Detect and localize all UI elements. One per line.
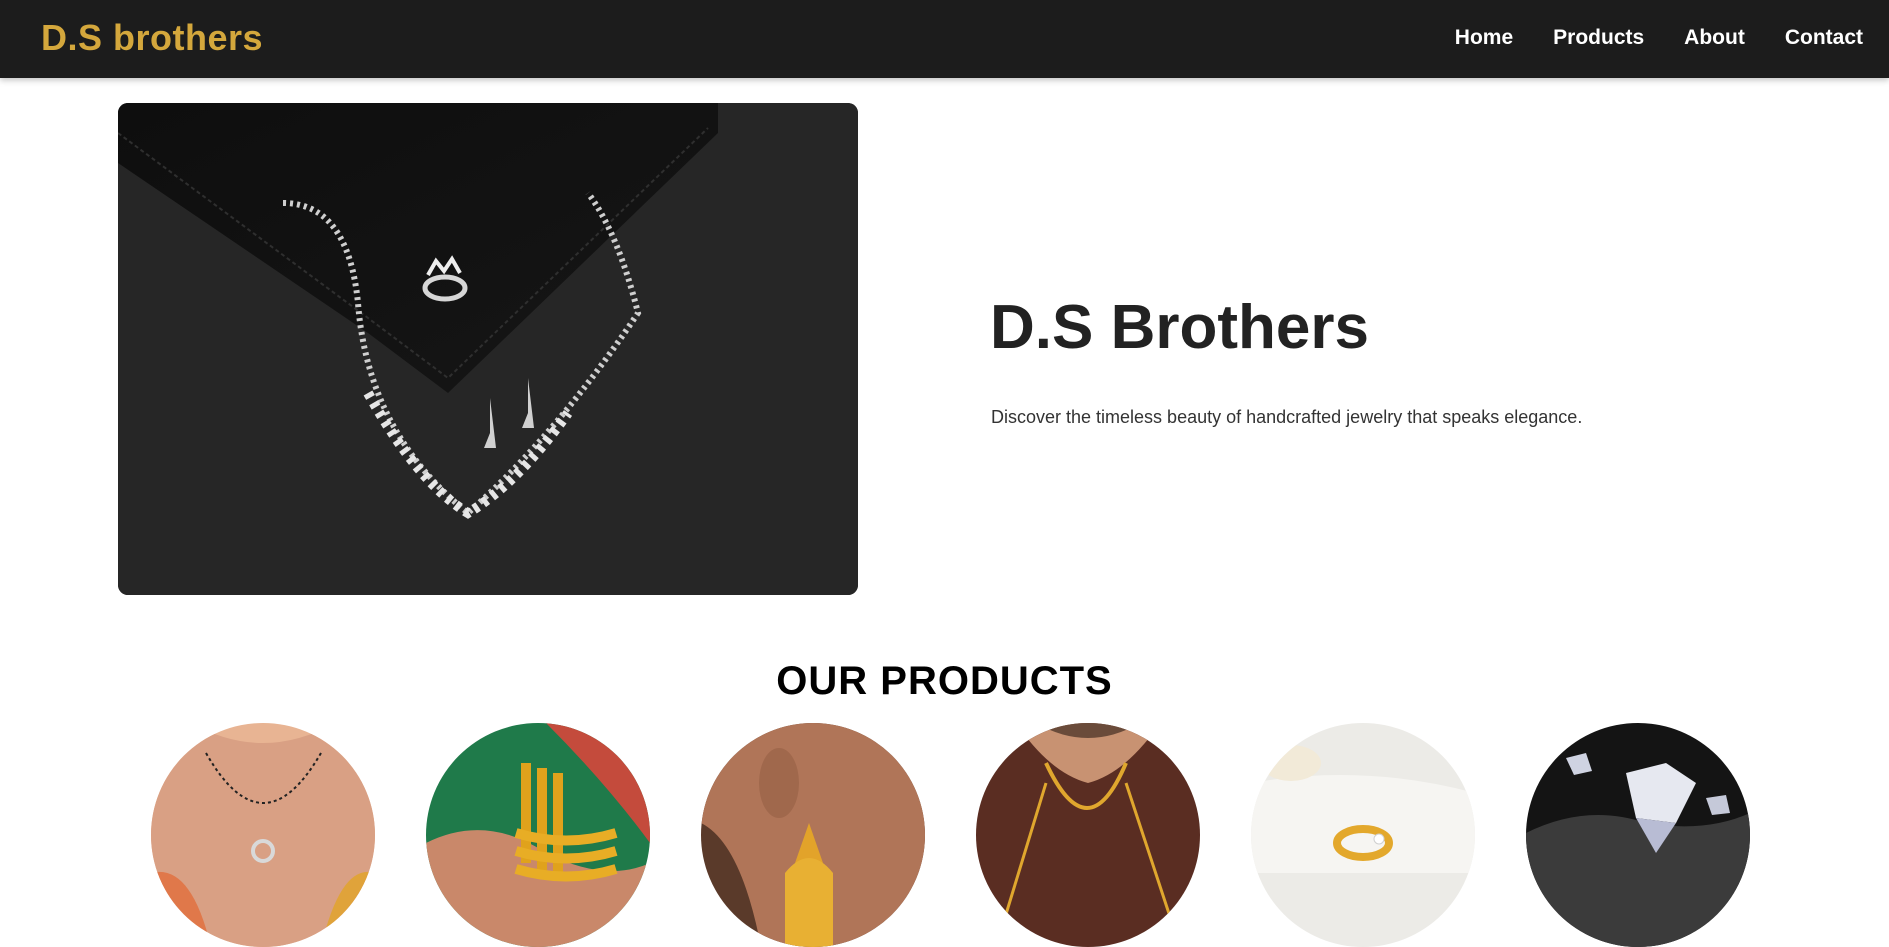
products-heading: OUR PRODUCTS bbox=[776, 659, 1113, 703]
nav-link-contact[interactable]: Contact bbox=[1785, 22, 1863, 54]
product-ring-image[interactable] bbox=[1251, 723, 1475, 947]
hero-jewelry-image bbox=[118, 103, 858, 595]
navbar: D.S brothers Home Products About Contact bbox=[0, 0, 1889, 78]
nav-link-products[interactable]: Products bbox=[1553, 22, 1644, 54]
product-chain-image[interactable] bbox=[976, 723, 1200, 947]
product-mangalsutra-image[interactable] bbox=[151, 723, 375, 947]
hero-subtitle: Discover the timeless beauty of handcraf… bbox=[991, 407, 1583, 427]
product-earrings-image[interactable] bbox=[701, 723, 925, 947]
nav-link-about[interactable]: About bbox=[1684, 22, 1745, 54]
product-diamond-image[interactable] bbox=[1526, 723, 1750, 947]
product-bangles-image[interactable] bbox=[426, 723, 650, 947]
nav-links: Home Products About Contact bbox=[1455, 22, 1863, 54]
nav-link-home[interactable]: Home bbox=[1455, 22, 1513, 54]
hero-title: D.S Brothers bbox=[990, 293, 1369, 362]
brand-logo[interactable]: D.S brothers bbox=[41, 14, 263, 62]
